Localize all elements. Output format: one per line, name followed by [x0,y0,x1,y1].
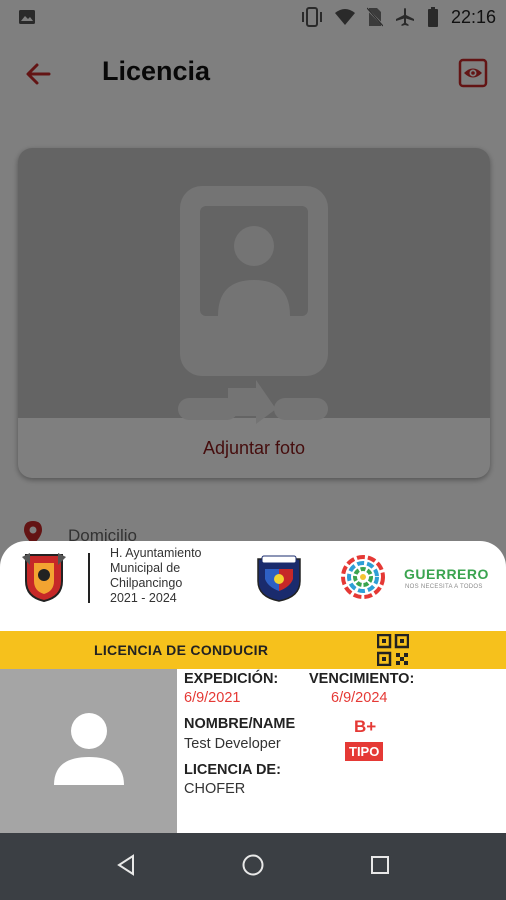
preview-button[interactable] [456,58,490,92]
ayuntamiento-line-4: 2021 - 2024 [110,591,177,605]
airplane-icon [395,7,415,27]
chilpancingo-logo [20,551,68,603]
qr-code-icon[interactable] [376,633,410,667]
guerrero-wordmark: GUERRERO [404,566,489,582]
photo-placeholder[interactable] [18,148,490,424]
status-left [18,8,301,26]
license-banner-title: LICENCIA DE CONDUCIR [94,642,269,658]
guerrero-tagline: NOS NECESITA A TODOS [405,584,483,590]
arrow-back-icon [24,60,52,93]
name-label: NOMBRE/NAME [184,716,296,732]
licencia-value: CHOFER [184,781,246,797]
no-sim-icon [366,7,383,27]
nav-back-icon [115,853,137,881]
expedicion-label: EXPEDICIÓN: [184,671,279,687]
page-title: Licencia [102,56,211,86]
license-photo [0,669,177,833]
expedicion-value: 6/9/2021 [184,690,241,706]
nav-home-button[interactable] [237,851,269,883]
eye-icon [458,58,488,93]
photo-card: Adjuntar foto [18,148,490,478]
status-right: 22:16 [301,7,496,28]
image-icon [18,8,36,26]
status-time: 22:16 [450,6,496,27]
nav-back-button[interactable] [110,851,142,883]
status-bar: 22:16 [0,0,506,34]
ayuntamiento-text: H. Ayuntamiento Municipal de Chilpancing… [110,546,202,606]
ayuntamiento-line-1: H. Ayuntamiento [110,546,202,560]
ayuntamiento-line-2: Municipal de [110,561,181,575]
attach-photo-button[interactable]: Adjuntar foto [18,418,490,478]
ayuntamiento-line-3: Chilpancingo [110,576,183,590]
back-button[interactable] [22,60,54,92]
nav-recents-button[interactable] [364,851,396,883]
tipo-badge: TIPO [345,742,384,761]
system-nav-bar [0,833,506,900]
tipo-value: B+ [354,717,377,736]
header-divider [88,553,90,603]
license-card: H. Ayuntamiento Municipal de Chilpancing… [0,541,506,833]
license-info: EXPEDICIÓN: 6/9/2021 VENCIMIENTO: 6/9/20… [177,669,506,833]
person-icon [52,711,126,792]
nav-recents-icon [370,855,390,880]
portrait-swap-icon [178,184,330,429]
vibrate-icon [301,7,323,27]
transit-shield-logo [254,553,304,603]
guerrero-logo-mark [338,553,388,601]
name-value: Test Developer [184,736,281,752]
battery-icon [427,7,439,27]
vencimiento-label: VENCIMIENTO: [309,671,415,687]
license-header: H. Ayuntamiento Municipal de Chilpancing… [0,541,506,631]
licencia-label: LICENCIA DE: [184,762,281,778]
nav-home-icon [241,853,265,882]
license-banner: LICENCIA DE CONDUCIR [0,631,506,669]
app-bar: Licencia [0,34,506,114]
wifi-icon [334,8,355,26]
vencimiento-value: 6/9/2024 [331,690,388,706]
